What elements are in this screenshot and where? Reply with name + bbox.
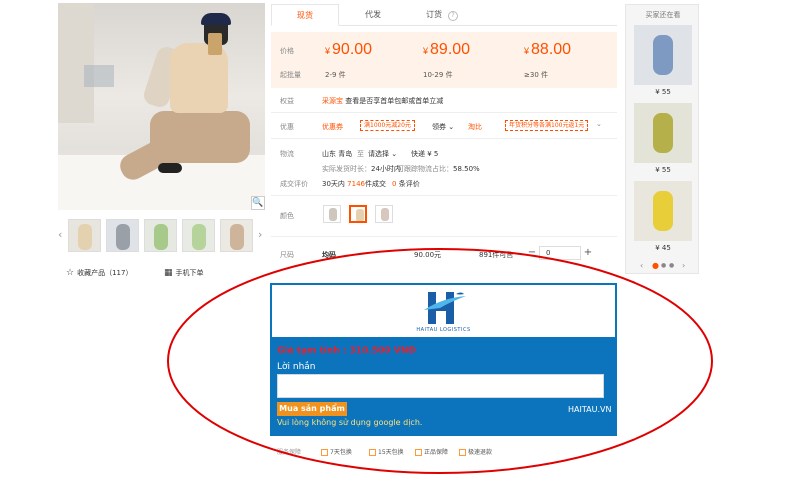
coupon-tag[interactable]: 满1000元减20元: [360, 120, 415, 131]
service-guarantee-row: 服务保障 7天包换 15天包换 正品保障 极速退款: [277, 447, 493, 456]
thumbnail[interactable]: [106, 219, 139, 252]
message-input[interactable]: [277, 374, 604, 398]
help-icon[interactable]: ?: [448, 11, 458, 21]
minus-button[interactable]: −: [525, 246, 539, 260]
price-tier-2: ¥89.00: [423, 41, 471, 58]
service-item[interactable]: 正品保障: [415, 447, 448, 456]
plus-button[interactable]: +: [581, 246, 595, 260]
price-box: 价格 起批量 ¥90.00 ¥89.00 ¥88.00 2-9 件 10-29 …: [271, 32, 617, 88]
thumbnail[interactable]: [144, 219, 177, 252]
carousel-dot-active[interactable]: ●: [652, 261, 659, 270]
ship-time: 实际发货时长：24小时内: [322, 165, 401, 173]
color-swatch-selected[interactable]: [349, 205, 367, 223]
claim-coupon-dropdown[interactable]: 领券 ⌄: [432, 122, 454, 132]
site-link[interactable]: HAITAU.VN: [568, 405, 611, 414]
message-label: Lời nhắn: [277, 362, 316, 372]
star-icon: ☆: [66, 268, 75, 278]
qrcode-icon: ▦: [164, 268, 173, 278]
thumbnail[interactable]: [68, 219, 101, 252]
ship-rate: 可跟踪物流占比：58.50%: [397, 165, 480, 173]
carousel-dot[interactable]: ●: [669, 262, 674, 269]
tab-dropship[interactable]: 代发: [339, 4, 407, 26]
price-tier-3: ¥88.00: [524, 41, 572, 58]
quantity-stepper: − 0 +: [525, 246, 595, 260]
rights-info[interactable]: 采源宝 查看是否享首单包邮或首单立减: [322, 96, 443, 106]
carousel-dot[interactable]: ●: [661, 262, 666, 269]
recommended-product[interactable]: [634, 25, 692, 85]
service-item[interactable]: 15天包换: [369, 447, 404, 456]
discount-tag[interactable]: 年货积分等各满100元返1元: [505, 120, 589, 131]
haitau-order-widget: HAITAU LOGISTICS Giá tạm tính : 310.500 …: [270, 283, 617, 436]
price-tier-1: ¥90.00: [325, 41, 373, 58]
main-product-image[interactable]: [58, 3, 265, 210]
destination-select[interactable]: 请选择 ⌄: [368, 149, 397, 159]
zoom-icon[interactable]: 🔍: [251, 196, 265, 210]
thumbnail[interactable]: [182, 219, 215, 252]
collect-product-link[interactable]: ☆ 收藏产品（117）: [66, 268, 132, 278]
recommended-product[interactable]: [634, 103, 692, 163]
haitau-logo-icon: [424, 292, 466, 324]
deal-stats: 30天内 7146件成交: [322, 180, 386, 188]
chevron-right-icon[interactable]: ›: [682, 261, 685, 270]
estimated-price: Giá tạm tính : 310.500 VNĐ: [277, 346, 416, 356]
review-stats[interactable]: 0 条评价: [392, 179, 420, 189]
rights-badge: 采源宝: [322, 97, 343, 105]
recommendation-panel: 买家还在看 ¥ 55 ¥ 55 ¥ 45 ‹ ● ● ● ›: [625, 4, 699, 274]
recommended-product[interactable]: [634, 181, 692, 241]
translation-notice: Vui lòng không sử dụng google dịch.: [277, 418, 423, 427]
thumb-prev-icon[interactable]: ‹: [58, 228, 62, 241]
service-item[interactable]: 7天包换: [321, 447, 352, 456]
service-item[interactable]: 极速退款: [459, 447, 492, 456]
buy-product-button[interactable]: Mua sản phẩm: [277, 402, 347, 416]
thumbnail[interactable]: [220, 219, 253, 252]
tab-preorder[interactable]: 订货?: [407, 4, 477, 26]
thumb-next-icon[interactable]: ›: [258, 228, 262, 241]
color-swatch[interactable]: [323, 205, 341, 223]
thumbnail-strip: ‹ ›: [58, 218, 271, 254]
color-swatch[interactable]: [375, 205, 393, 223]
chevron-left-icon[interactable]: ‹: [640, 261, 643, 270]
carousel-nav: ‹ ● ● ● ›: [626, 261, 700, 273]
mobile-order-link[interactable]: ▦ 手机下单: [164, 268, 204, 278]
quantity-input[interactable]: 0: [539, 246, 581, 260]
chevron-down-icon[interactable]: ⌄: [596, 120, 602, 128]
tab-in-stock[interactable]: 现货: [271, 4, 339, 26]
haitau-header: HAITAU LOGISTICS: [272, 285, 615, 337]
purchase-mode-tabs: 现货 代发 订货?: [271, 4, 617, 26]
